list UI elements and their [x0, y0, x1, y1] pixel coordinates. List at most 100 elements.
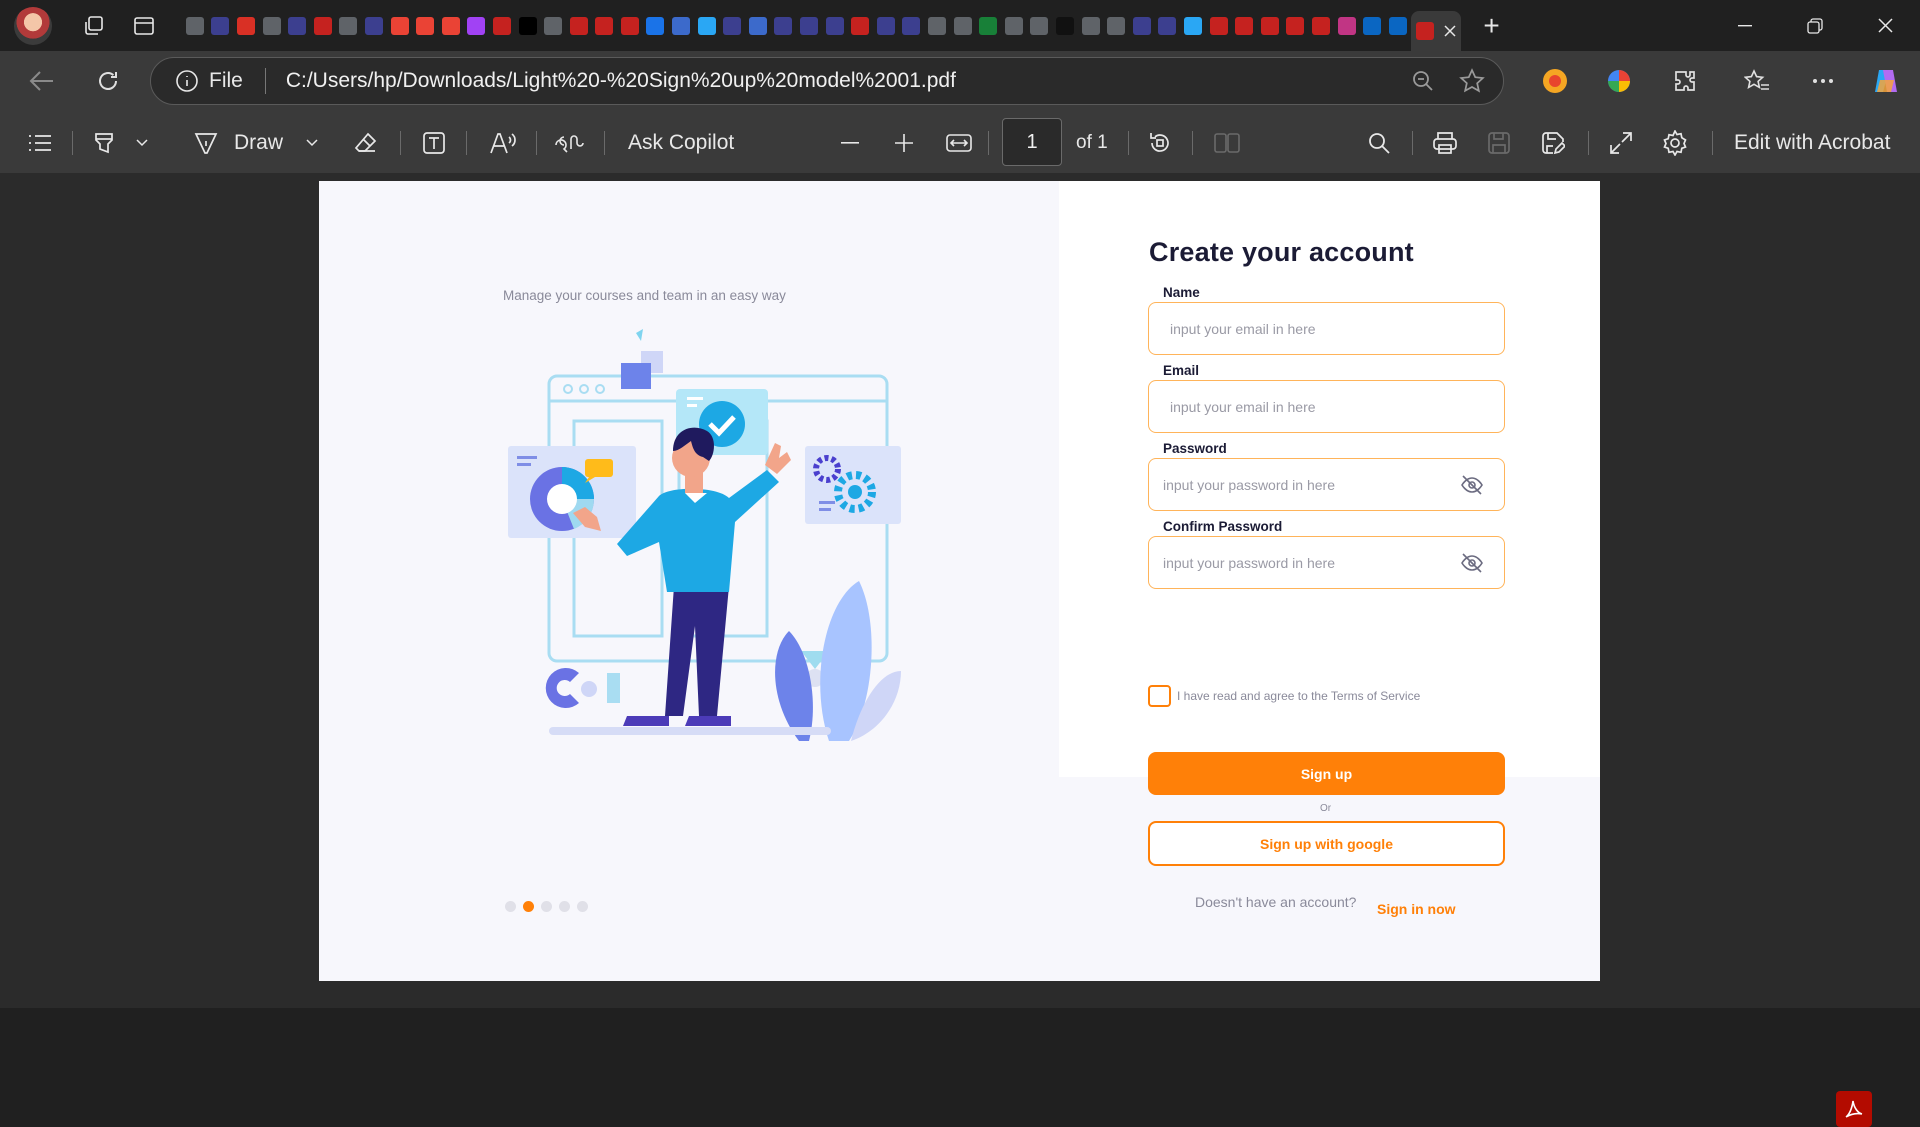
- eye-slash-icon[interactable]: [1460, 473, 1484, 497]
- browser-tab[interactable]: [847, 13, 873, 39]
- browser-tab[interactable]: [1001, 13, 1027, 39]
- browser-tab[interactable]: [208, 13, 234, 39]
- browser-tab[interactable]: [1129, 13, 1155, 39]
- save-as-icon[interactable]: [1538, 111, 1568, 174]
- browser-tab[interactable]: [438, 13, 464, 39]
- browser-tab[interactable]: [1180, 13, 1206, 39]
- ask-copilot-button[interactable]: Ask Copilot: [628, 111, 734, 174]
- carousel-dot[interactable]: [541, 901, 552, 912]
- browser-tab[interactable]: [1283, 13, 1309, 39]
- table-of-contents-icon[interactable]: [22, 111, 58, 174]
- read-aloud-icon[interactable]: [486, 111, 520, 174]
- favorite-star-icon[interactable]: [1459, 68, 1485, 94]
- browser-tab[interactable]: [1231, 13, 1257, 39]
- favorites-icon[interactable]: [1733, 57, 1781, 105]
- carousel-dot[interactable]: [523, 901, 534, 912]
- browser-tab[interactable]: [233, 13, 259, 39]
- browser-tab[interactable]: [924, 13, 950, 39]
- acrobat-icon[interactable]: [1836, 1091, 1872, 1127]
- close-icon[interactable]: [1850, 0, 1920, 51]
- browser-tab[interactable]: [1103, 13, 1129, 39]
- zoom-out-icon[interactable]: [838, 111, 862, 174]
- browser-tab[interactable]: [1257, 13, 1283, 39]
- vertical-tabs-icon[interactable]: [124, 6, 164, 46]
- chevron-down-icon[interactable]: [132, 111, 152, 174]
- sign-up-google-button[interactable]: Sign up with google: [1148, 821, 1505, 866]
- browser-tab[interactable]: [796, 13, 822, 39]
- browser-tab[interactable]: [668, 13, 694, 39]
- browser-tab[interactable]: [950, 13, 976, 39]
- browser-tab[interactable]: [412, 13, 438, 39]
- save-icon[interactable]: [1484, 111, 1514, 174]
- browser-tab[interactable]: [1308, 13, 1334, 39]
- browser-tab[interactable]: [284, 13, 310, 39]
- eye-slash-icon[interactable]: [1460, 551, 1484, 575]
- url-text[interactable]: C:/Users/hp/Downloads/Light%20-%20Sign%2…: [286, 69, 956, 93]
- browser-tab[interactable]: [1078, 13, 1104, 39]
- browser-tab[interactable]: [464, 13, 490, 39]
- fullscreen-icon[interactable]: [1606, 111, 1636, 174]
- password-field[interactable]: input your password in here: [1148, 458, 1505, 511]
- new-tab-button[interactable]: +: [1469, 6, 1515, 46]
- fit-to-width-icon[interactable]: [944, 111, 974, 174]
- address-bar[interactable]: File C:/Users/hp/Downloads/Light%20-%20S…: [150, 57, 1504, 105]
- page-number-input[interactable]: 1: [1002, 118, 1062, 166]
- browser-tab[interactable]: [310, 13, 336, 39]
- back-icon[interactable]: [18, 57, 66, 105]
- carousel-dot[interactable]: [559, 901, 570, 912]
- profile-avatar[interactable]: [14, 6, 52, 45]
- browser-tab[interactable]: [336, 13, 362, 39]
- print-icon[interactable]: [1430, 111, 1460, 174]
- more-menu-icon[interactable]: [1799, 57, 1847, 105]
- restore-icon[interactable]: [1780, 0, 1850, 51]
- browser-tab[interactable]: [771, 13, 797, 39]
- search-icon[interactable]: [1364, 111, 1394, 174]
- confirm-password-field[interactable]: input your password in here: [1148, 536, 1505, 589]
- carousel-dot[interactable]: [577, 901, 588, 912]
- carousel-dot[interactable]: [505, 901, 516, 912]
- browser-tab[interactable]: [1206, 13, 1232, 39]
- browser-tab[interactable]: [361, 13, 387, 39]
- copilot-icon[interactable]: [1862, 57, 1910, 105]
- browser-tab[interactable]: [259, 13, 285, 39]
- browser-tab[interactable]: [515, 13, 541, 39]
- text-box-icon[interactable]: [418, 111, 450, 174]
- terms-checkbox[interactable]: [1148, 685, 1171, 707]
- browser-tab[interactable]: [540, 13, 566, 39]
- browser-tab[interactable]: [566, 13, 592, 39]
- email-field[interactable]: input your email in here: [1148, 380, 1505, 433]
- browser-tab[interactable]: [1385, 13, 1411, 39]
- zoom-in-icon[interactable]: [892, 111, 916, 174]
- draw-button[interactable]: Draw: [234, 111, 283, 174]
- browser-tab[interactable]: [182, 13, 208, 39]
- browser-tab[interactable]: [1052, 13, 1078, 39]
- browser-tab[interactable]: [745, 13, 771, 39]
- extensions-puzzle-icon[interactable]: [1661, 57, 1709, 105]
- browser-tab[interactable]: [592, 13, 618, 39]
- name-field[interactable]: input your email in here: [1148, 302, 1505, 355]
- sign-in-link[interactable]: Sign in now: [1377, 901, 1456, 917]
- page-view-icon[interactable]: [1212, 111, 1242, 174]
- browser-tab[interactable]: [489, 13, 515, 39]
- browser-tab[interactable]: [822, 13, 848, 39]
- draw-icon[interactable]: [190, 111, 222, 174]
- browser-tab[interactable]: [1334, 13, 1360, 39]
- edit-with-acrobat-button[interactable]: Edit with Acrobat: [1734, 111, 1890, 174]
- browser-tab[interactable]: [899, 13, 925, 39]
- browser-tab[interactable]: [719, 13, 745, 39]
- settings-gear-icon[interactable]: [1660, 111, 1690, 174]
- rotate-icon[interactable]: [1145, 111, 1175, 174]
- active-browser-tab[interactable]: [1410, 11, 1461, 51]
- site-info-button[interactable]: File: [175, 69, 243, 93]
- sign-up-button[interactable]: Sign up: [1148, 752, 1505, 795]
- highlight-icon[interactable]: [88, 111, 120, 174]
- chevron-down-icon[interactable]: [302, 111, 322, 174]
- browser-tab[interactable]: [643, 13, 669, 39]
- browser-tab[interactable]: [1155, 13, 1181, 39]
- browser-tab[interactable]: [975, 13, 1001, 39]
- extension-icon[interactable]: [1531, 57, 1579, 105]
- browser-tab[interactable]: [1027, 13, 1053, 39]
- minimize-icon[interactable]: [1710, 0, 1780, 51]
- color-wheel-extension-icon[interactable]: [1595, 57, 1643, 105]
- close-tab-icon[interactable]: [1443, 25, 1456, 37]
